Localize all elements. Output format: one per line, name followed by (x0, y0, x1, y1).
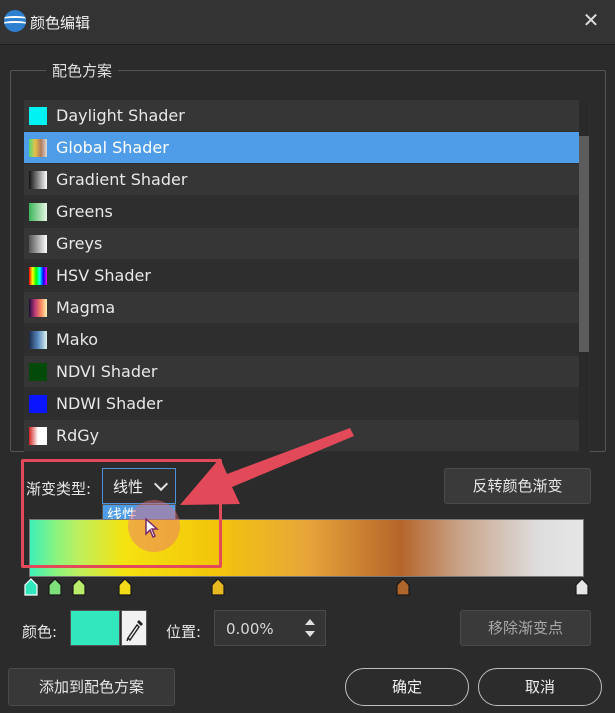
scheme-item[interactable]: NDVI Shader (24, 356, 580, 387)
scheme-item[interactable]: Greys (24, 228, 580, 259)
scheme-group-label: 配色方案 (46, 60, 119, 81)
scheme-item[interactable]: Gradient Shader (24, 164, 580, 195)
remove-stop-button[interactable]: 移除渐变点 (460, 610, 591, 646)
scheme-item-label: Mako (56, 330, 99, 349)
scheme-item-label: NDWI Shader (56, 394, 163, 413)
scheme-swatch-icon (29, 266, 47, 285)
scheme-swatch-icon (29, 362, 47, 381)
scheme-swatch-icon (29, 138, 47, 157)
title-bar: 颜色编辑 ✕ (0, 0, 615, 45)
position-label: 位置: (166, 623, 202, 641)
scheme-item-label: Gradient Shader (56, 170, 188, 189)
scheme-item[interactable]: HSV Shader (24, 260, 580, 291)
position-value: 0.00% (226, 620, 274, 638)
gradient-stop-marker[interactable] (24, 578, 38, 596)
scheme-swatch-icon (29, 170, 47, 189)
scheme-item[interactable]: Daylight Shader (24, 100, 580, 131)
scheme-swatch-icon (29, 394, 47, 413)
eyedropper-icon (126, 620, 143, 642)
mouse-cursor-icon (145, 518, 159, 538)
ok-button[interactable]: 确定 (345, 668, 469, 706)
scheme-swatch-icon (29, 426, 47, 445)
gradient-stop-marker[interactable] (575, 578, 589, 596)
scheme-swatch-icon (29, 298, 47, 317)
scheme-item-label: HSV Shader (56, 266, 151, 285)
gradient-stop-marker[interactable] (48, 578, 62, 596)
gradient-stop-marker[interactable] (72, 578, 86, 596)
scrollbar-thumb[interactable] (579, 136, 589, 352)
gradient-stop-marker[interactable] (396, 578, 410, 596)
scheme-item[interactable]: Global Shader (24, 132, 580, 163)
scheme-item[interactable]: Mako (24, 324, 580, 355)
app-logo-icon (4, 10, 26, 32)
scheme-swatch-icon (29, 234, 47, 253)
scheme-list-scrollbar[interactable] (579, 100, 589, 452)
add-to-scheme-button[interactable]: 添加到配色方案 (8, 668, 175, 706)
scheme-swatch-icon (29, 106, 47, 125)
scheme-swatch-icon (29, 330, 47, 349)
scheme-item-label: Daylight Shader (56, 106, 185, 125)
scheme-item-label: Global Shader (56, 138, 169, 157)
gradient-stop-marker[interactable] (211, 578, 225, 596)
reverse-gradient-button[interactable]: 反转颜色渐变 (444, 468, 591, 504)
gradient-stop-marker[interactable] (118, 578, 132, 596)
cancel-button[interactable]: 取消 (478, 668, 602, 706)
scheme-item-label: NDVI Shader (56, 362, 158, 381)
annotation-highlight-box (21, 459, 222, 568)
stop-color-swatch[interactable] (70, 610, 120, 646)
spin-up-icon[interactable] (305, 619, 315, 625)
window-title: 颜色编辑 (30, 14, 91, 32)
spin-down-icon[interactable] (305, 631, 315, 637)
scheme-item-label: Greens (56, 202, 113, 221)
eyedropper-button[interactable] (121, 610, 147, 646)
scheme-item[interactable]: RdGy (24, 420, 580, 451)
scheme-item[interactable]: Greens (24, 196, 580, 227)
scheme-swatch-icon (29, 202, 47, 221)
close-icon[interactable]: ✕ (581, 10, 601, 30)
scheme-item[interactable]: NDWI Shader (24, 388, 580, 419)
position-spinbox[interactable]: 0.00% (214, 610, 326, 646)
scheme-item[interactable]: Magma (24, 292, 580, 323)
color-label: 颜色: (22, 623, 58, 641)
scheme-list[interactable]: Daylight Shader Global Shader Gradient Sha… (24, 100, 590, 452)
scheme-item-label: Greys (56, 234, 103, 253)
scheme-item-label: RdGy (56, 426, 100, 445)
scheme-item-label: Magma (56, 298, 116, 317)
